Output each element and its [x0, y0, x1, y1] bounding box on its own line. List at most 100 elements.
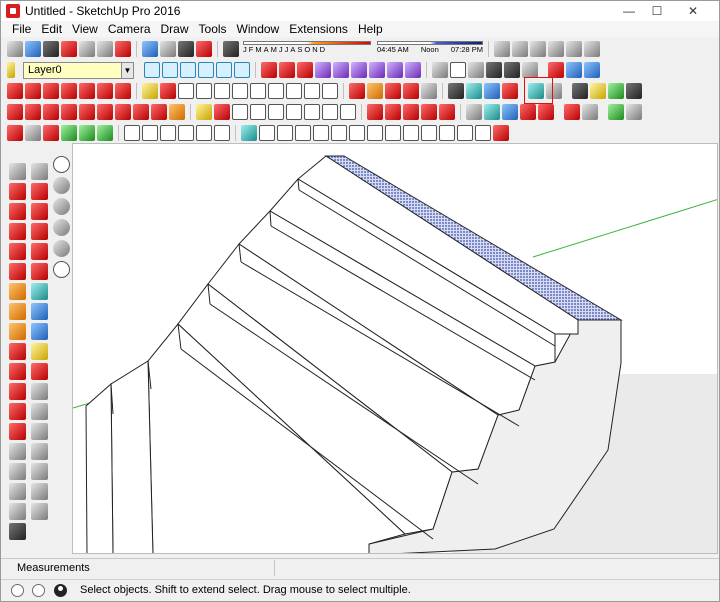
interact-icon[interactable]	[31, 423, 48, 440]
orbit-icon[interactable]	[7, 125, 23, 141]
hidden-line-icon[interactable]	[468, 62, 484, 78]
pie-icon[interactable]	[286, 83, 302, 99]
make-group-icon[interactable]	[512, 41, 528, 57]
axes-icon[interactable]	[7, 104, 23, 120]
save-icon[interactable]	[43, 41, 59, 57]
credits-info-icon[interactable]	[32, 584, 45, 597]
zoom-tool-icon[interactable]	[31, 223, 48, 240]
solid-tube-icon[interactable]	[367, 125, 383, 141]
follow-me-icon[interactable]	[279, 62, 295, 78]
solid-box-icon[interactable]	[259, 125, 275, 141]
shape-star-icon[interactable]	[304, 104, 320, 120]
split-icon[interactable]	[405, 62, 421, 78]
sketchup-app-icon[interactable]	[6, 4, 20, 18]
stairs-icon[interactable]	[151, 104, 167, 120]
plugin-d-icon[interactable]	[520, 104, 536, 120]
make-component-icon[interactable]	[9, 183, 26, 200]
menu-tools[interactable]: Tools	[194, 21, 232, 37]
footprints-icon[interactable]	[31, 443, 48, 460]
solid-cone-icon[interactable]	[313, 125, 329, 141]
chevron-down-icon[interactable]: ▼	[121, 62, 133, 78]
warehouse-model-icon[interactable]	[448, 83, 464, 99]
menu-file[interactable]: File	[7, 21, 36, 37]
crosshair-icon[interactable]	[31, 463, 48, 480]
display-section-cuts-icon[interactable]	[548, 41, 564, 57]
shape-ellipse-icon[interactable]	[286, 104, 302, 120]
zoom-window-icon[interactable]	[31, 243, 48, 260]
protractor-icon[interactable]	[9, 483, 26, 500]
section-icon[interactable]	[25, 104, 41, 120]
shape-arrow-icon[interactable]	[340, 104, 356, 120]
menu-camera[interactable]: Camera	[103, 21, 156, 37]
rotate-tool-icon[interactable]	[9, 383, 26, 400]
menu-extensions[interactable]: Extensions	[284, 21, 353, 37]
solid-pyramid-icon[interactable]	[277, 125, 293, 141]
monochrome-icon[interactable]	[522, 62, 538, 78]
extrude-edges-icon[interactable]	[421, 104, 437, 120]
zoom-icon[interactable]	[43, 125, 59, 141]
plugin-b-icon[interactable]	[484, 104, 500, 120]
offset-tool-2-icon[interactable]	[31, 343, 48, 360]
table-icon[interactable]	[214, 125, 230, 141]
dynamic-component-icon[interactable]	[124, 125, 140, 141]
undo-icon[interactable]	[142, 41, 158, 57]
stamp-icon[interactable]	[61, 83, 77, 99]
rectangle-tool-icon[interactable]	[9, 283, 26, 300]
outer-shell-icon[interactable]	[333, 62, 349, 78]
shadow-date-slider[interactable]: J F M A M J J A S O N D	[243, 40, 371, 58]
menu-edit[interactable]: Edit	[36, 21, 67, 37]
3d-warehouse-icon[interactable]	[566, 62, 582, 78]
menu-window[interactable]: Window	[232, 21, 285, 37]
move-icon[interactable]	[349, 83, 365, 99]
dimension-tool-icon[interactable]	[9, 463, 26, 480]
layer-dropdown[interactable]: Layer0 ▼	[23, 61, 134, 79]
hidden-line-style-icon[interactable]	[53, 198, 70, 215]
component-options-icon[interactable]	[142, 125, 158, 141]
pan-icon[interactable]	[25, 125, 41, 141]
solid-prism-icon[interactable]	[385, 125, 401, 141]
rectangle-icon[interactable]	[196, 83, 212, 99]
3d-text-icon[interactable]	[31, 403, 48, 420]
plugin-a-icon[interactable]	[466, 104, 482, 120]
scale-icon[interactable]	[385, 83, 401, 99]
roof-icon[interactable]	[115, 104, 131, 120]
line-icon[interactable]	[9, 243, 26, 260]
lasso-icon[interactable]	[196, 104, 212, 120]
flip-edge-icon[interactable]	[115, 83, 131, 99]
walk-tool-icon[interactable]	[31, 323, 48, 340]
extension-warehouse-icon[interactable]	[548, 62, 564, 78]
orbit-tool-icon[interactable]	[31, 183, 48, 200]
minimize-button[interactable]: —	[615, 1, 643, 21]
eraser-icon[interactable]	[9, 223, 26, 240]
text-tool-icon[interactable]	[31, 383, 48, 400]
scale-tool-icon[interactable]	[9, 403, 26, 420]
previous-view-icon[interactable]	[79, 125, 95, 141]
paste-icon[interactable]	[97, 41, 113, 57]
push-icon[interactable]	[43, 104, 59, 120]
shadows-toggle-icon[interactable]	[223, 41, 239, 57]
intersect-icon[interactable]	[315, 62, 331, 78]
add-detail-icon[interactable]	[97, 83, 113, 99]
back-view-icon[interactable]	[216, 62, 232, 78]
level-icon[interactable]	[484, 83, 500, 99]
two-point-arc-icon[interactable]	[304, 83, 320, 99]
open-file-icon[interactable]	[25, 41, 41, 57]
pencil-icon[interactable]	[493, 125, 509, 141]
display-section-planes-icon[interactable]	[566, 41, 582, 57]
move-face-icon[interactable]	[61, 104, 77, 120]
plugin-f-icon[interactable]	[564, 104, 580, 120]
push-pull-icon[interactable]	[261, 62, 277, 78]
materials-gradient-icon[interactable]	[608, 104, 624, 120]
wireframe-icon[interactable]	[450, 62, 466, 78]
smoove-icon[interactable]	[43, 83, 59, 99]
sandbox-tool-icon[interactable]	[31, 483, 48, 500]
component-attributes-icon[interactable]	[160, 125, 176, 141]
select-icon[interactable]	[142, 83, 158, 99]
rotated-rectangle-icon[interactable]	[268, 83, 284, 99]
shaded-style-icon[interactable]	[53, 219, 70, 236]
copy-icon[interactable]	[79, 41, 95, 57]
follow-me-tool-icon[interactable]	[9, 423, 26, 440]
dimension-icon[interactable]	[466, 83, 482, 99]
top-view-icon[interactable]	[162, 62, 178, 78]
text-label-icon[interactable]	[502, 83, 518, 99]
